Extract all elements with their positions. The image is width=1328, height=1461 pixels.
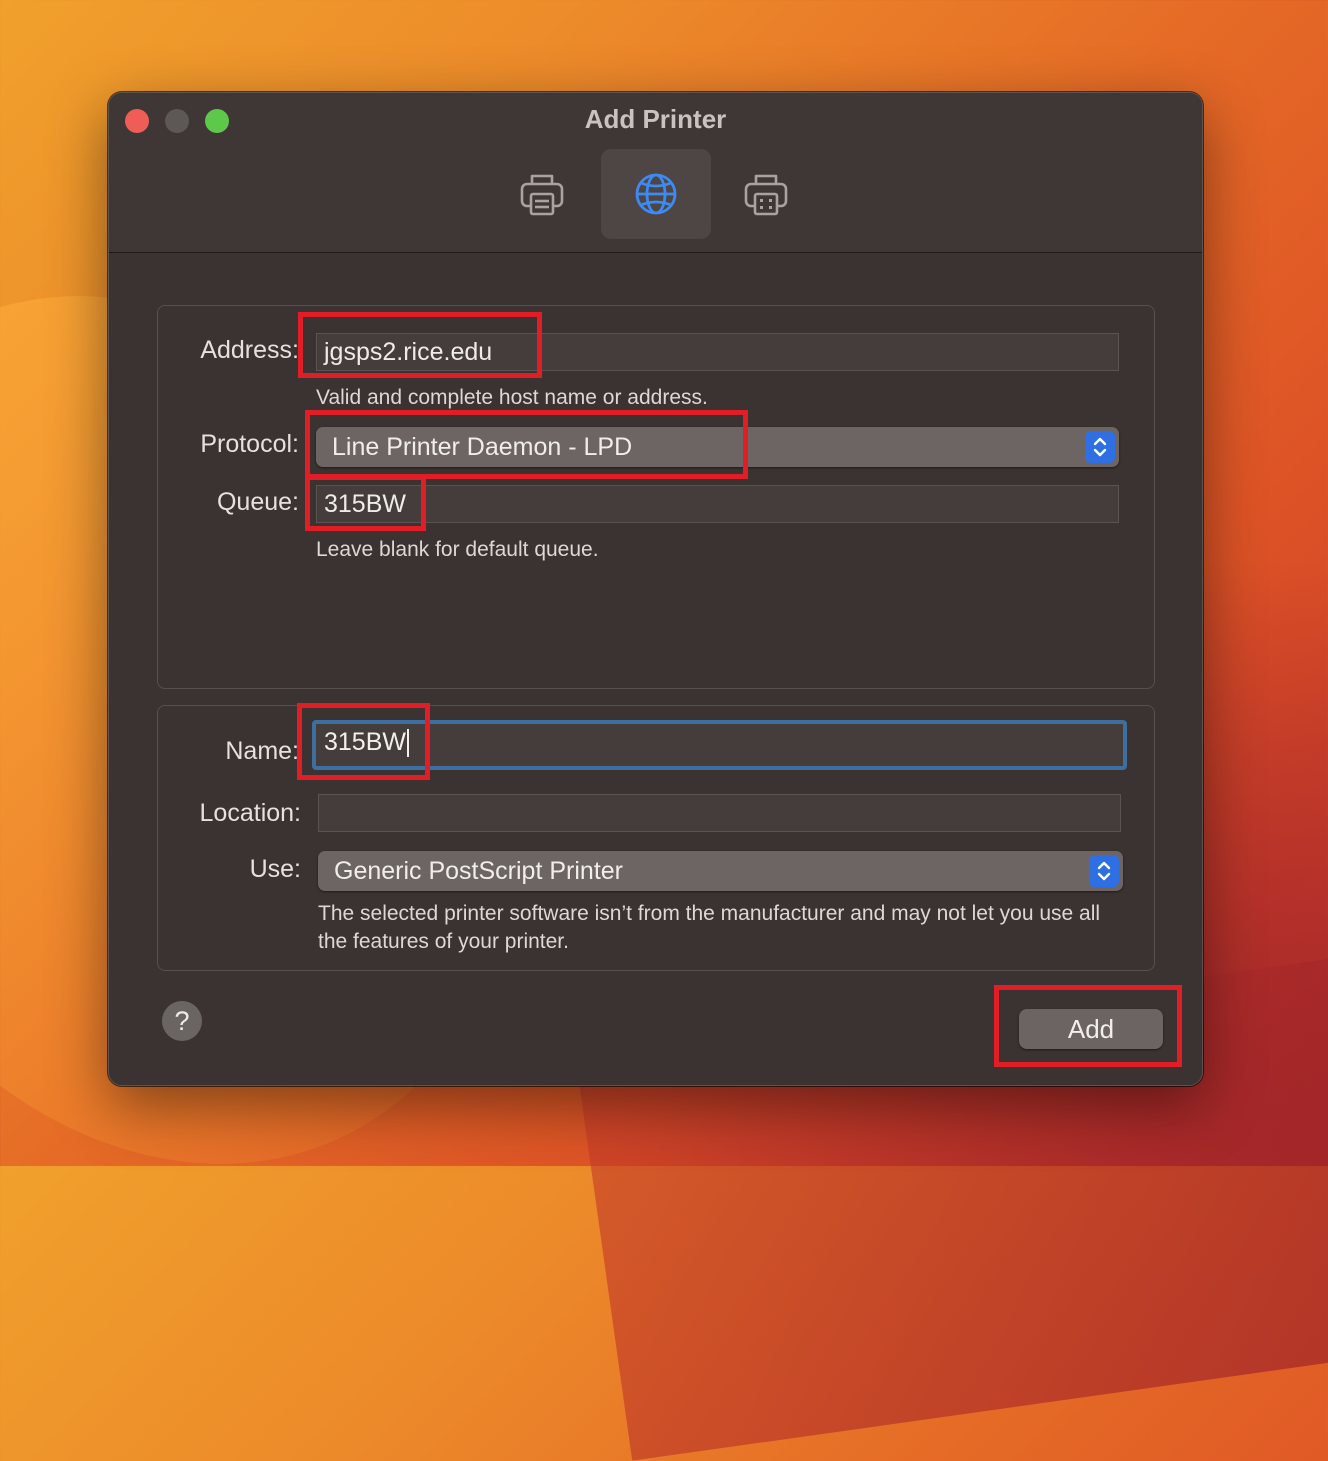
annotation-box-name xyxy=(297,703,430,780)
use-label: Use: xyxy=(249,855,301,883)
use-popup[interactable]: Generic PostScript Printer xyxy=(318,851,1123,891)
annotation-box-queue xyxy=(305,475,426,531)
protocol-label: Protocol: xyxy=(200,430,299,458)
name-field[interactable]: 315BW xyxy=(312,720,1127,770)
toolbar-default-printers[interactable] xyxy=(487,149,597,239)
use-warning: The selected printer software isn’t from… xyxy=(318,902,1101,953)
annotation-box-add xyxy=(994,985,1182,1067)
chevron-updown-icon xyxy=(1085,431,1115,463)
add-printer-window: Add Printer Address: jgsps2.rice.edu Val… xyxy=(108,92,1203,1086)
printer-icon xyxy=(520,174,564,216)
location-label: Location: xyxy=(199,799,301,827)
toolbar-ip-printer[interactable] xyxy=(601,149,711,239)
address-hint: Valid and complete host name or address. xyxy=(316,386,708,409)
printer-grid-icon xyxy=(744,174,788,216)
name-label: Name: xyxy=(225,737,299,765)
annotation-box-protocol xyxy=(305,410,748,479)
titlebar: Add Printer xyxy=(109,93,1202,253)
queue-hint: Leave blank for default queue. xyxy=(316,538,599,561)
toolbar-windows-printer[interactable] xyxy=(711,149,821,239)
window-title: Add Printer xyxy=(584,104,727,134)
annotation-box-address xyxy=(298,312,542,378)
chevron-updown-icon xyxy=(1089,855,1119,887)
queue-field[interactable]: 315BW xyxy=(316,485,1119,523)
use-value: Generic PostScript Printer xyxy=(334,857,623,885)
location-field[interactable] xyxy=(318,794,1121,832)
address-label: Address: xyxy=(200,336,299,364)
queue-label: Queue: xyxy=(216,488,299,516)
help-button[interactable]: ? xyxy=(162,1001,202,1041)
globe-icon xyxy=(635,173,677,215)
